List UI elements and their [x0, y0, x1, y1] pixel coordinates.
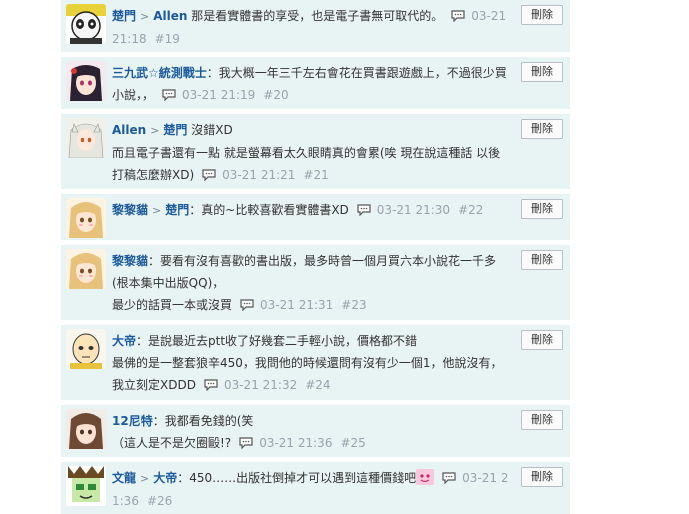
comment-item: 楚門 > Allen 那是看實體書的享受，也是電子書無可取代的。 03-21 21:1… [61, 0, 570, 52]
reply-bubble-icon[interactable] [204, 379, 218, 391]
comment-author[interactable]: 大帝 [112, 334, 136, 348]
reply-arrow-icon: > [140, 10, 150, 23]
comment-item: 文龍 > 大帝：450……出版社倒掉才可以遇到這種價錢吧 03-21 21:36 #26… [61, 462, 570, 514]
comment-author[interactable]: 黎黎貓 [112, 203, 148, 217]
reply-bubble-icon[interactable] [357, 204, 371, 216]
blonde-girl-avatar-icon [66, 249, 106, 289]
reply-bubble-icon[interactable] [451, 10, 465, 22]
reply-bubble-icon[interactable] [162, 89, 176, 101]
brown-hair-avatar-icon [66, 409, 106, 449]
avatar[interactable] [66, 329, 106, 369]
delete-button[interactable]: 刪除 [521, 119, 563, 139]
comment-time: 03-21 21:30 [376, 203, 451, 217]
comment-author[interactable]: 12尼特 [112, 414, 153, 428]
comment-item: 黎黎貓 > 楚門：真的~比較喜歡看實體書XD 03-21 21:30 #22 刪除 [61, 194, 570, 240]
comment-text: 450……出版社倒掉才可以遇到這種價錢吧 [189, 471, 417, 485]
avatar[interactable] [66, 249, 106, 289]
comment-author[interactable]: Allen [112, 123, 146, 137]
comment-time: 03-21 21:19 [182, 88, 256, 102]
floor-number[interactable]: #21 [303, 168, 328, 182]
comment-author[interactable]: 三九武☆統測戰士 [112, 66, 207, 80]
reply-target[interactable]: Allen [153, 9, 187, 23]
comment-time: 03-21 21:21 [222, 168, 296, 182]
delete-button[interactable]: 刪除 [521, 199, 563, 219]
comment-text-continued: （這人是不是欠圈毆!? [112, 436, 232, 450]
reply-bubble-icon[interactable] [202, 169, 216, 181]
reply-bubble-icon[interactable] [239, 437, 253, 449]
comment-author[interactable]: 文龍 [112, 471, 136, 485]
floor-number[interactable]: #20 [263, 88, 288, 102]
comment-item: 黎黎貓：要看有沒有喜歡的書出版，最多時曾一個月買六本小說花一千多(根本集中出版Q… [61, 245, 570, 320]
avatar[interactable] [66, 4, 106, 44]
comment-text: 沒錯XD [191, 123, 233, 137]
comment-item: 12尼特：我都看免錢的(笑 （這人是不是欠圈毆!? 03-21 21:36 #25 … [61, 405, 570, 457]
floor-number[interactable]: #24 [305, 378, 330, 392]
comment-item: Allen > 楚門 沒錯XD 而且電子書還有一點 就是螢幕看太久眼睛真的會累(唉 … [61, 114, 570, 189]
white-hair-avatar-icon [66, 118, 106, 158]
floor-number[interactable]: #26 [147, 494, 172, 508]
delete-button[interactable]: 刪除 [521, 250, 563, 270]
floor-number[interactable]: #25 [340, 436, 365, 450]
delete-button[interactable]: 刪除 [521, 467, 563, 487]
delete-button[interactable]: 刪除 [521, 5, 563, 25]
comment-text-continued: 最少的話買一本或沒買 [112, 298, 233, 312]
reply-target[interactable]: 楚門 [163, 123, 187, 137]
reply-target[interactable]: 大帝 [153, 471, 177, 485]
comment-text: 我都看免錢的(笑 [164, 414, 254, 428]
delete-button[interactable]: 刪除 [521, 330, 563, 350]
floor-number[interactable]: #23 [341, 298, 366, 312]
reply-arrow-icon: > [150, 124, 160, 137]
avatar[interactable] [66, 61, 106, 101]
comment-item: 大帝：是說最近去ptt收了好幾套二手輕小說，價格都不錯 最佛的是一整套狼辛450… [61, 325, 570, 400]
anime-girl-avatar-icon [66, 61, 106, 101]
reply-bubble-icon[interactable] [442, 472, 456, 484]
green-mask-avatar-icon [66, 466, 106, 506]
comment-feed: 楚門 > Allen 那是看實體書的享受，也是電子書無可取代的。 03-21 21:1… [61, 0, 570, 514]
avatar[interactable] [66, 118, 106, 158]
comment-time: 03-21 21:36 [259, 436, 333, 450]
delete-button[interactable]: 刪除 [521, 410, 563, 430]
delete-button[interactable]: 刪除 [521, 62, 563, 82]
blonde-girl-avatar-icon [66, 198, 106, 238]
reply-arrow-icon: > [140, 472, 150, 485]
avatar[interactable] [66, 409, 106, 449]
reply-bubble-icon[interactable] [240, 299, 254, 311]
avatar[interactable] [66, 198, 106, 238]
bald-hero-avatar-icon [66, 329, 106, 369]
reply-target[interactable]: 楚門 [165, 203, 189, 217]
avatar[interactable] [66, 466, 106, 506]
comment-item: 三九武☆統測戰士：我大概一年三千左右會花在買書跟遊戲上，不過很少買小說，， 03-… [61, 57, 570, 109]
floor-number[interactable]: #19 [155, 32, 180, 46]
comment-time: 03-21 21:32 [223, 378, 298, 392]
panda-avatar-icon [66, 4, 106, 44]
comment-text: 真的~比較喜歡看實體書XD [201, 203, 349, 217]
comment-author[interactable]: 黎黎貓 [112, 254, 148, 268]
comment-text: 是說最近去ptt收了好幾套二手輕小說，價格都不錯 [148, 334, 418, 348]
comment-text: 那是看實體書的享受，也是電子書無可取代的。 [191, 9, 444, 23]
comment-text: 要看有沒有喜歡的書出版，最多時曾一個月買六本小說花一千多(根本集中出版QQ)， [112, 254, 497, 290]
floor-number[interactable]: #22 [458, 203, 483, 217]
comment-author[interactable]: 楚門 [112, 9, 136, 23]
comment-time: 03-21 21:31 [260, 298, 334, 312]
reply-arrow-icon: > [152, 204, 162, 217]
emoticon-icon [416, 469, 435, 485]
